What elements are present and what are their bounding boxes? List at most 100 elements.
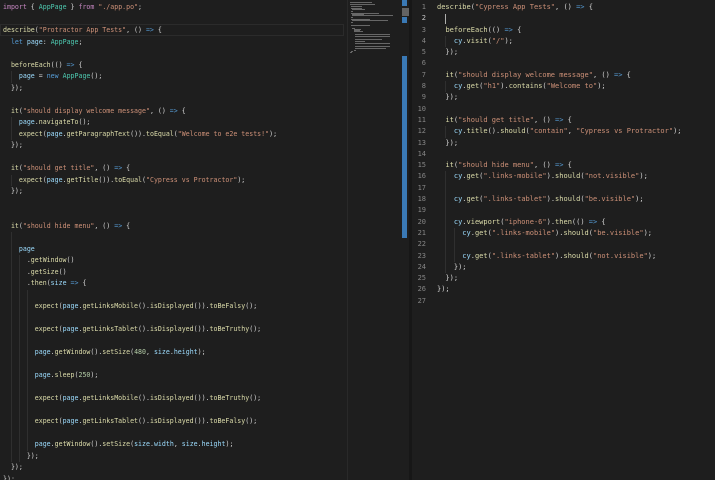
code-line[interactable]: describe("Protractor App Tests", () => { bbox=[3, 25, 277, 37]
code-line[interactable]: cy.visit("/"); bbox=[437, 36, 682, 47]
code-line[interactable]: }); bbox=[3, 186, 277, 198]
code-line[interactable] bbox=[3, 14, 277, 26]
code-line[interactable]: }); bbox=[437, 138, 682, 149]
code-line[interactable] bbox=[3, 152, 277, 164]
right-code[interactable]: describe("Cypress App Tests", () => { be… bbox=[437, 2, 682, 307]
line-number[interactable]: 25 bbox=[412, 273, 426, 284]
code-line[interactable]: }); bbox=[437, 262, 682, 273]
code-line[interactable] bbox=[3, 209, 277, 221]
code-line[interactable]: }); bbox=[3, 462, 277, 474]
line-number[interactable]: 17 bbox=[412, 183, 426, 194]
code-line[interactable] bbox=[437, 104, 682, 115]
line-number[interactable]: 11 bbox=[412, 115, 426, 126]
line-number[interactable]: 6 bbox=[412, 58, 426, 69]
code-line[interactable] bbox=[437, 58, 682, 69]
code-line[interactable] bbox=[3, 405, 277, 417]
code-line[interactable] bbox=[3, 313, 277, 325]
line-number[interactable]: 26 bbox=[412, 284, 426, 295]
code-line[interactable]: page.getWindow().setSize(480, size.heigh… bbox=[3, 347, 277, 359]
code-line[interactable] bbox=[437, 296, 682, 307]
code-line[interactable]: .getSize() bbox=[3, 267, 277, 279]
code-line[interactable] bbox=[437, 205, 682, 216]
code-line[interactable]: beforeEach(() => { bbox=[437, 25, 682, 36]
line-number[interactable]: 10 bbox=[412, 104, 426, 115]
code-line[interactable]: import { AppPage } from "./app.po"; bbox=[3, 2, 277, 14]
code-line[interactable]: }); bbox=[437, 273, 682, 284]
code-line[interactable] bbox=[3, 48, 277, 60]
code-line[interactable]: }); bbox=[3, 451, 277, 463]
line-number[interactable]: 7 bbox=[412, 70, 426, 81]
code-line[interactable] bbox=[3, 290, 277, 302]
code-line[interactable]: page.getWindow().setSize(size.width, siz… bbox=[3, 439, 277, 451]
code-line[interactable] bbox=[437, 13, 682, 24]
code-line[interactable]: describe("Cypress App Tests", () => { bbox=[437, 2, 682, 13]
code-line[interactable]: expect(page.getLinksMobile().isDisplayed… bbox=[3, 393, 277, 405]
code-line[interactable]: beforeEach(() => { bbox=[3, 60, 277, 72]
code-line[interactable]: cy.get(".links-tablet").should("not.visi… bbox=[437, 251, 682, 262]
code-line[interactable]: cy.get(".links-mobile").should("not.visi… bbox=[437, 171, 682, 182]
line-number[interactable]: 12 bbox=[412, 126, 426, 137]
code-line[interactable]: cy.title().should("contain", "Cypress vs… bbox=[437, 126, 682, 137]
line-number[interactable]: 9 bbox=[412, 92, 426, 103]
line-number[interactable]: 22 bbox=[412, 239, 426, 250]
code-line[interactable]: it("should hide menu", () => { bbox=[3, 221, 277, 233]
code-line[interactable]: page.navigateTo(); bbox=[3, 117, 277, 129]
line-number[interactable]: 16 bbox=[412, 171, 426, 182]
right-editor-pane[interactable]: 1234567891011121314151617181920212223242… bbox=[412, 0, 715, 480]
line-number[interactable]: 18 bbox=[412, 194, 426, 205]
code-line[interactable]: }); bbox=[437, 284, 682, 295]
minimap[interactable] bbox=[350, 2, 396, 62]
code-line[interactable]: .then(size => { bbox=[3, 278, 277, 290]
line-number[interactable]: 2 bbox=[412, 13, 426, 24]
code-line[interactable]: cy.get(".links-mobile").should("be.visib… bbox=[437, 228, 682, 239]
code-line[interactable]: it("should display welcome message", () … bbox=[3, 106, 277, 118]
line-number[interactable]: 5 bbox=[412, 47, 426, 58]
code-line[interactable] bbox=[3, 232, 277, 244]
code-line[interactable] bbox=[3, 94, 277, 106]
line-number[interactable]: 24 bbox=[412, 262, 426, 273]
code-line[interactable] bbox=[437, 239, 682, 250]
line-number-gutter[interactable]: 1234567891011121314151617181920212223242… bbox=[412, 2, 426, 307]
code-line[interactable]: }); bbox=[437, 47, 682, 58]
code-line[interactable]: }); bbox=[3, 140, 277, 152]
code-line[interactable]: it("should display welcome message", () … bbox=[437, 70, 682, 81]
line-number[interactable]: 14 bbox=[412, 149, 426, 160]
code-line[interactable]: }); bbox=[437, 92, 682, 103]
code-line[interactable]: }); bbox=[3, 83, 277, 95]
code-line[interactable]: cy.get(".links-tablet").should("be.visib… bbox=[437, 194, 682, 205]
code-line[interactable] bbox=[3, 428, 277, 440]
code-line[interactable]: page.sleep(250); bbox=[3, 370, 277, 382]
line-number[interactable]: 23 bbox=[412, 251, 426, 262]
code-line[interactable]: expect(page.getLinksMobile().isDisplayed… bbox=[3, 301, 277, 313]
code-line[interactable]: expect(page.getTitle()).toEqual("Cypress… bbox=[3, 175, 277, 187]
line-number[interactable]: 15 bbox=[412, 160, 426, 171]
code-line[interactable]: it("should get title", () => { bbox=[437, 115, 682, 126]
code-line[interactable]: it("should hide menu", () => { bbox=[437, 160, 682, 171]
line-number[interactable]: 27 bbox=[412, 296, 426, 307]
code-line[interactable]: it("should get title", () => { bbox=[3, 163, 277, 175]
line-number[interactable]: 20 bbox=[412, 217, 426, 228]
code-line[interactable] bbox=[3, 382, 277, 394]
code-line[interactable]: .getWindow() bbox=[3, 255, 277, 267]
line-number[interactable]: 21 bbox=[412, 228, 426, 239]
code-line[interactable]: expect(page.getLinksTablet().isDisplayed… bbox=[3, 324, 277, 336]
line-number[interactable]: 13 bbox=[412, 138, 426, 149]
code-line[interactable]: page = new AppPage(); bbox=[3, 71, 277, 83]
left-editor-pane[interactable]: import { AppPage } from "./app.po"; descr… bbox=[0, 0, 409, 480]
line-number[interactable]: 4 bbox=[412, 36, 426, 47]
code-line[interactable]: cy.viewport("iphone-6").then(() => { bbox=[437, 217, 682, 228]
code-line[interactable] bbox=[3, 198, 277, 210]
code-line[interactable]: expect(page.getParagraphText()).toEqual(… bbox=[3, 129, 277, 141]
code-line[interactable]: expect(page.getLinksTablet().isDisplayed… bbox=[3, 416, 277, 428]
line-number[interactable]: 1 bbox=[412, 2, 426, 13]
code-line[interactable] bbox=[3, 336, 277, 348]
code-line[interactable] bbox=[3, 359, 277, 371]
line-number[interactable]: 8 bbox=[412, 81, 426, 92]
code-line[interactable] bbox=[437, 149, 682, 160]
code-line[interactable]: cy.get("h1").contains("Welcome to"); bbox=[437, 81, 682, 92]
line-number[interactable]: 19 bbox=[412, 205, 426, 216]
overview-ruler[interactable] bbox=[402, 0, 407, 480]
code-line[interactable]: }); bbox=[3, 474, 277, 480]
code-line[interactable]: let page: AppPage; bbox=[3, 37, 277, 49]
code-line[interactable]: page bbox=[3, 244, 277, 256]
